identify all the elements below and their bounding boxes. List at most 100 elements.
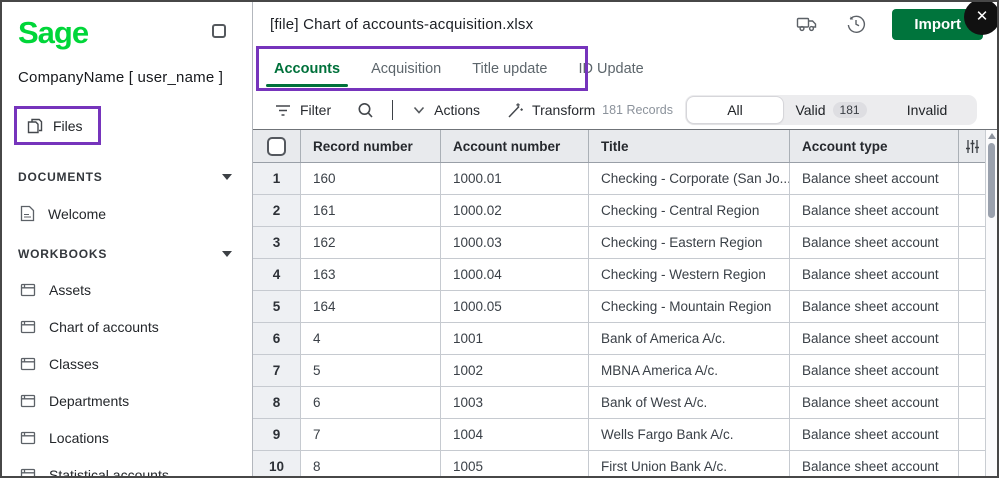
- files-button[interactable]: Files: [14, 106, 101, 145]
- sidebar-item-label: Assets: [49, 282, 92, 298]
- cell-title: Checking - Mountain Region: [589, 291, 790, 322]
- sidebar-section-header-workbooks[interactable]: WORKBOOKS: [18, 247, 232, 261]
- toolbar-divider: [392, 100, 394, 120]
- sidebar: Sage CompanyName [ user_name ] Files DOC…: [2, 2, 253, 476]
- caret-down-icon: [222, 174, 232, 180]
- column-header-account-number[interactable]: Account number: [441, 130, 589, 162]
- column-settings-icon[interactable]: [965, 139, 980, 154]
- cell-record-number: 4: [301, 323, 441, 354]
- data-grid: Record number Account number Title Account …: [253, 129, 997, 476]
- files-icon: [27, 117, 43, 134]
- sage-logo: Sage: [18, 15, 89, 50]
- cell-account-type: Balance sheet account: [790, 387, 959, 418]
- workbook-icon: [20, 394, 36, 408]
- sidebar-item-statistical-accounts[interactable]: Statistical accounts: [20, 467, 236, 476]
- table-row[interactable]: 8 6 1003 Bank of West A/c. Balance sheet acc…: [253, 387, 997, 419]
- column-header-record-number[interactable]: Record number: [301, 130, 441, 162]
- cell-title: First Union Bank A/c.: [589, 451, 790, 476]
- table-row[interactable]: 6 4 1001 Bank of America A/c. Balance sheet …: [253, 323, 997, 355]
- sidebar-item-label: Locations: [49, 430, 109, 446]
- cell-spacer: [959, 387, 986, 418]
- sidebar-item-departments[interactable]: Departments: [20, 393, 236, 409]
- cell-account-number: 1000.03: [441, 227, 589, 258]
- column-header-title[interactable]: Title: [589, 130, 790, 162]
- close-button[interactable]: ✕: [964, 2, 997, 35]
- cell-account-type: Balance sheet account: [790, 195, 959, 226]
- export-truck-button[interactable]: [794, 13, 820, 35]
- search-button[interactable]: [355, 100, 376, 121]
- table-row[interactable]: 4 163 1000.04 Checking - Western Region Bala…: [253, 259, 997, 291]
- truck-icon: [796, 15, 818, 33]
- search-icon: [357, 102, 374, 119]
- cell-account-number: 1000.04: [441, 259, 589, 290]
- segment-label: Valid: [795, 102, 826, 118]
- cell-title: Bank of America A/c.: [589, 323, 790, 354]
- cell-account-number: 1000.02: [441, 195, 589, 226]
- table-row[interactable]: 1 160 1000.01 Checking - Corporate (San Jo.…: [253, 163, 997, 195]
- filter-label: Filter: [300, 102, 332, 118]
- sidebar-item-locations[interactable]: Locations: [20, 430, 236, 446]
- column-header-account-type[interactable]: Account type: [790, 130, 959, 162]
- row-number: 10: [253, 451, 301, 476]
- table-row[interactable]: 3 162 1000.03 Checking - Eastern Region Bala…: [253, 227, 997, 259]
- vertical-scrollbar[interactable]: [985, 130, 997, 476]
- cell-title: MBNA America A/c.: [589, 355, 790, 386]
- sidebar-item-classes[interactable]: Classes: [20, 356, 236, 372]
- cell-account-number: 1004: [441, 419, 589, 450]
- transform-button[interactable]: Transform: [504, 98, 597, 122]
- segment-valid[interactable]: Valid 181: [783, 97, 879, 123]
- table-row[interactable]: 5 164 1000.05 Checking - Mountain Region Bal…: [253, 291, 997, 323]
- actions-button[interactable]: Actions: [411, 98, 482, 122]
- workbook-icon: [20, 431, 36, 445]
- row-number: 7: [253, 355, 301, 386]
- sidebar-section-header-documents[interactable]: DOCUMENTS: [18, 170, 232, 184]
- document-icon: [20, 205, 35, 222]
- filter-button[interactable]: Filter: [273, 98, 333, 122]
- cell-account-number: 1000.01: [441, 163, 589, 194]
- app-window: Sage CompanyName [ user_name ] Files DOC…: [0, 0, 999, 478]
- cell-title: Wells Fargo Bank A/c.: [589, 419, 790, 450]
- page-title: [file] Chart of accounts-acquisition.xls…: [270, 15, 534, 33]
- cell-record-number: 160: [301, 163, 441, 194]
- table-row[interactable]: 2 161 1000.02 Checking - Central Region Bala…: [253, 195, 997, 227]
- select-all-checkbox[interactable]: [267, 136, 286, 156]
- sidebar-item-welcome[interactable]: Welcome: [20, 205, 236, 222]
- cell-spacer: [959, 355, 986, 386]
- tab-accounts[interactable]: Accounts: [265, 48, 349, 90]
- table-row[interactable]: 7 5 1002 MBNA America A/c. Balance sheet acc…: [253, 355, 997, 387]
- record-filter-segmented-control: All Valid 181 Invalid: [685, 95, 977, 125]
- cell-record-number: 162: [301, 227, 441, 258]
- row-number: 4: [253, 259, 301, 290]
- cell-account-number: 1003: [441, 387, 589, 418]
- sidebar-item-assets[interactable]: Assets: [20, 282, 236, 298]
- cell-title: Checking - Central Region: [589, 195, 790, 226]
- tab-acquisition[interactable]: Acquisition: [369, 48, 443, 90]
- cell-account-number: 1002: [441, 355, 589, 386]
- cell-spacer: [959, 227, 986, 258]
- table-row[interactable]: 10 8 1005 First Union Bank A/c. Balance shee…: [253, 451, 997, 476]
- main-panel: [file] Chart of accounts-acquisition.xls…: [253, 2, 997, 476]
- cell-title: Bank of West A/c.: [589, 387, 790, 418]
- cell-account-type: Balance sheet account: [790, 227, 959, 258]
- tab-id-update[interactable]: ID Update: [576, 48, 645, 90]
- sidebar-item-chart-of-accounts[interactable]: Chart of accounts: [20, 319, 236, 335]
- tab-bar: Accounts Acquisition Title update ID Update: [253, 46, 997, 91]
- cell-spacer: [959, 451, 986, 476]
- history-button[interactable]: [844, 12, 868, 36]
- workbook-icon: [20, 468, 36, 476]
- tab-title-update[interactable]: Title update: [470, 48, 549, 90]
- cell-spacer: [959, 291, 986, 322]
- toolbar: Filter Actions Transform 181 Records All…: [253, 91, 997, 129]
- segment-invalid[interactable]: Invalid: [879, 97, 975, 123]
- chevron-down-icon: [413, 106, 425, 114]
- cell-record-number: 8: [301, 451, 441, 476]
- sidebar-collapse-icon[interactable]: [212, 24, 226, 38]
- scrollbar-thumb[interactable]: [988, 143, 995, 218]
- scrollbar-up-arrow-icon[interactable]: [988, 133, 996, 139]
- table-row[interactable]: 9 7 1004 Wells Fargo Bank A/c. Balance sheet…: [253, 419, 997, 451]
- sidebar-item-label: Departments: [49, 393, 130, 409]
- tabs-row: Accounts Acquisition Title update ID Update: [253, 46, 997, 91]
- sidebar-item-label: Welcome: [48, 205, 107, 222]
- magic-wand-icon: [506, 102, 523, 118]
- segment-all[interactable]: All: [687, 97, 783, 123]
